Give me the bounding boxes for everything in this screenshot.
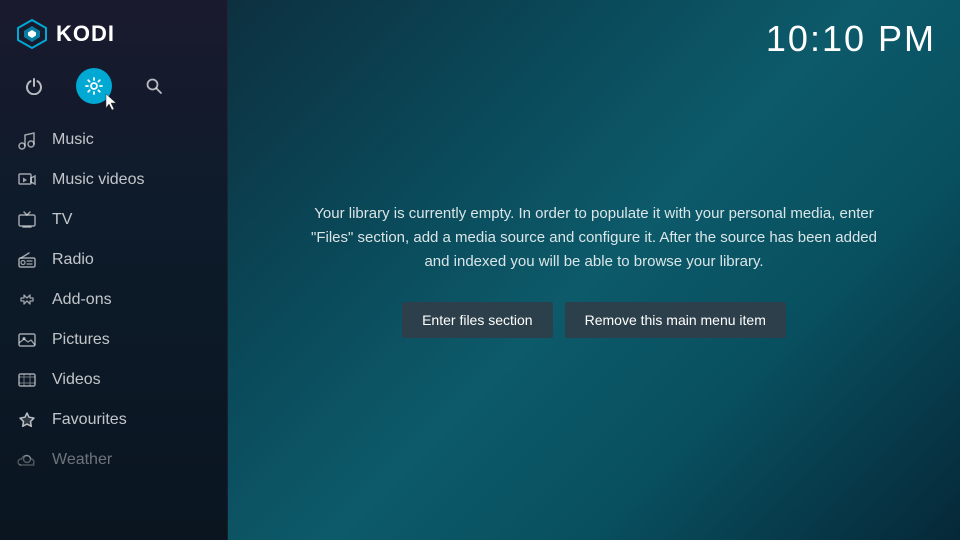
- radio-icon: [16, 249, 38, 271]
- app-title: KODI: [56, 21, 115, 47]
- sidebar-header: KODI: [0, 0, 228, 64]
- sidebar-item-music-videos-label: Music videos: [52, 171, 144, 189]
- action-buttons: Enter files section Remove this main men…: [402, 302, 786, 338]
- settings-button[interactable]: [76, 68, 112, 104]
- sidebar-item-weather[interactable]: Weather: [0, 440, 228, 480]
- favourites-icon: [16, 409, 38, 431]
- sidebar-item-pictures[interactable]: Pictures: [0, 320, 228, 360]
- sidebar-item-weather-label: Weather: [52, 451, 112, 469]
- power-button[interactable]: [16, 68, 52, 104]
- sidebar-item-music-label: Music: [52, 131, 94, 149]
- tv-icon: [16, 209, 38, 231]
- addons-icon: [16, 289, 38, 311]
- pictures-icon: [16, 329, 38, 351]
- cursor-icon: [104, 92, 118, 112]
- search-button[interactable]: [136, 68, 172, 104]
- sidebar-item-favourites-label: Favourites: [52, 411, 127, 429]
- sidebar-item-addons-label: Add-ons: [52, 291, 112, 309]
- sidebar-item-videos-label: Videos: [52, 371, 101, 389]
- weather-icon: [16, 449, 38, 471]
- kodi-logo-icon: [16, 18, 48, 50]
- sidebar-item-addons[interactable]: Add-ons: [0, 280, 228, 320]
- music-videos-icon: [16, 169, 38, 191]
- sidebar-item-tv-label: TV: [52, 211, 72, 229]
- sidebar-item-music[interactable]: Music: [0, 120, 228, 160]
- content-area: Your library is currently empty. In orde…: [228, 0, 960, 540]
- music-icon: [16, 129, 38, 151]
- videos-icon: [16, 369, 38, 391]
- sidebar-item-tv[interactable]: TV: [0, 200, 228, 240]
- clock-display: 10:10 PM: [766, 18, 936, 60]
- enter-files-button[interactable]: Enter files section: [402, 302, 553, 338]
- sidebar-item-videos[interactable]: Videos: [0, 360, 228, 400]
- sidebar: KODI: [0, 0, 228, 540]
- main-content: 10:10 PM Your library is currently empty…: [228, 0, 960, 540]
- sidebar-menu: Music Music videos TV: [0, 120, 228, 480]
- sidebar-item-pictures-label: Pictures: [52, 331, 110, 349]
- library-empty-message: Your library is currently empty. In orde…: [308, 202, 880, 274]
- sidebar-item-music-videos[interactable]: Music videos: [0, 160, 228, 200]
- sidebar-item-radio-label: Radio: [52, 251, 94, 269]
- sidebar-item-favourites[interactable]: Favourites: [0, 400, 228, 440]
- remove-menu-item-button[interactable]: Remove this main menu item: [565, 302, 786, 338]
- sidebar-item-radio[interactable]: Radio: [0, 240, 228, 280]
- icon-row: [0, 64, 228, 120]
